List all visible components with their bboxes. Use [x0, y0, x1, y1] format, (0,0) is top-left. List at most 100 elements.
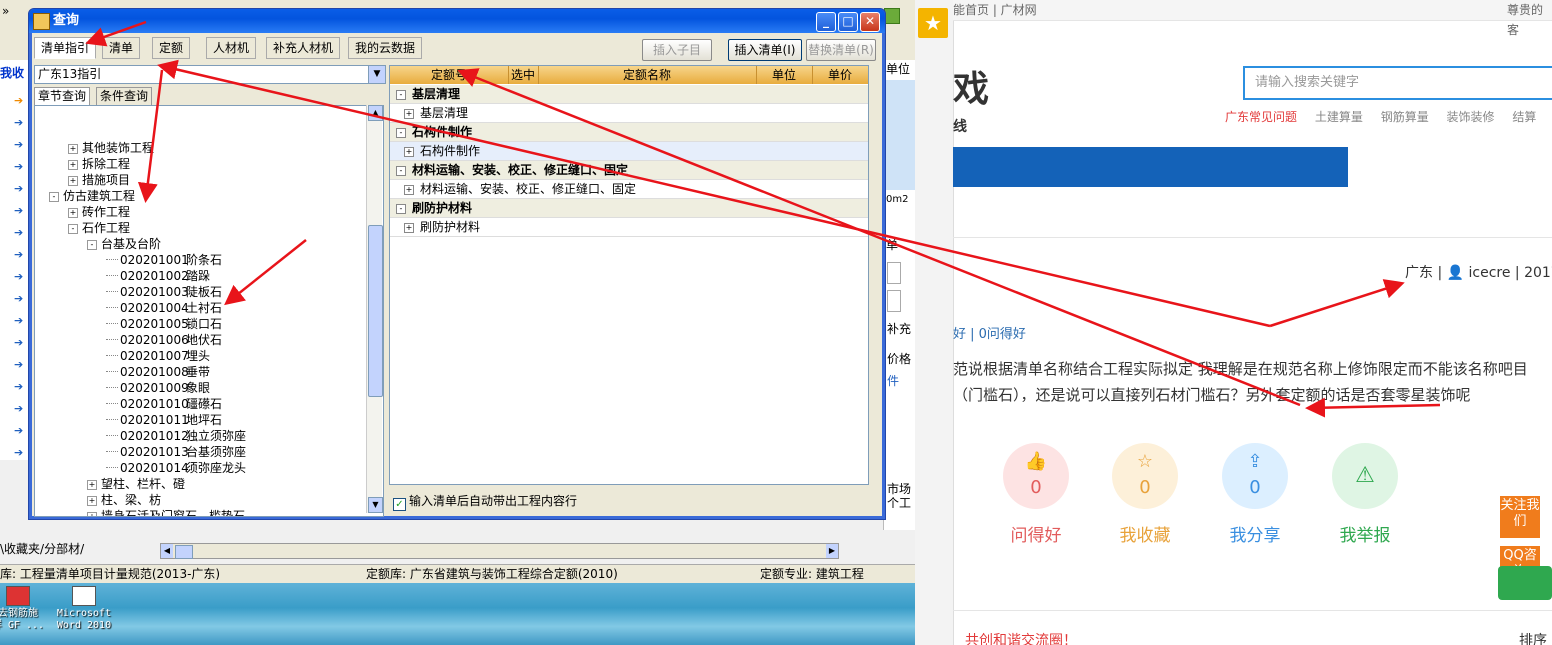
quota-grid-row[interactable]: + 材料运输、安装、校正、修正缝口、固定 — [390, 180, 868, 199]
arrow-icon[interactable]: ➔ — [14, 380, 23, 393]
arrow-icon[interactable]: ➔ — [14, 204, 23, 217]
hotlink[interactable]: 钢筋算量 — [1381, 110, 1429, 124]
quota-grid-row[interactable]: + 刷防护材料 — [390, 218, 868, 237]
arrow-icon[interactable]: ➔ — [14, 336, 23, 349]
tab-chapter-query[interactable]: 章节查询 — [34, 87, 91, 106]
quota-grid-row[interactable]: - 石构件制作 — [390, 123, 868, 142]
bottom-tabs[interactable]: \收藏夹/分部材/ — [0, 540, 160, 558]
tree-node[interactable]: 020201012独立须弥座 — [106, 428, 246, 444]
tree-node[interactable]: + 望柱、栏杆、磴 — [87, 476, 185, 492]
tab-list-guide[interactable]: 清单指引 — [34, 37, 97, 59]
action-report[interactable]: ⚠ 我举报 — [1330, 443, 1400, 546]
quota-grid-row[interactable]: + 基层清理 — [390, 104, 868, 123]
toolbar-green-icon[interactable] — [884, 8, 900, 24]
expand-icon[interactable]: + — [87, 512, 97, 516]
tree-node[interactable]: + 墙身石活及门窗石、槛垫石 — [87, 508, 245, 516]
action-circle[interactable]: ☆ 0 — [1112, 443, 1178, 509]
hotlink[interactable]: 广东常见问题 — [1225, 110, 1297, 124]
tree-node[interactable]: 020201003陡板石 — [106, 284, 222, 300]
tree-node[interactable]: 020201001阶条石 — [106, 252, 222, 268]
action-favorite[interactable]: ☆ 0 我收藏 — [1110, 443, 1180, 546]
expand-icon[interactable]: + — [68, 208, 78, 218]
scroll-down-icon[interactable]: ▼ — [368, 497, 383, 513]
follow-us-button[interactable]: 关注我们 — [1500, 496, 1540, 538]
desktop-icon-glodon[interactable]: 去钢筋施 详 GF ... — [0, 586, 48, 632]
collapse-icon[interactable]: - — [87, 240, 97, 250]
close-button[interactable]: ✕ — [860, 12, 880, 32]
quota-grid-row[interactable]: - 刷防护材料 — [390, 199, 868, 218]
action-circle[interactable]: 👍 0 — [1003, 443, 1069, 509]
arrow-icon[interactable]: ➔ — [14, 402, 23, 415]
hotlink[interactable]: 装饰装修 — [1447, 110, 1495, 124]
tree-node[interactable]: - 台基及台阶 — [87, 236, 161, 252]
expand-icon[interactable]: + — [87, 496, 97, 506]
tree-vertical-scrollbar[interactable]: ▲ ▼ — [366, 105, 383, 513]
tree-node[interactable]: 020201009象眼 — [106, 380, 210, 396]
action-share[interactable]: ⇪ 0 我分享 — [1220, 443, 1290, 546]
collapse-icon[interactable]: - — [396, 166, 406, 176]
auto-content-option[interactable]: ✓ 输入清单后自动带出工程内容行 — [393, 494, 577, 511]
tree-node[interactable]: 020201010礓礤石 — [106, 396, 222, 412]
chat-button[interactable] — [1498, 566, 1552, 600]
collapse-icon[interactable]: - — [396, 90, 406, 100]
tree-node[interactable]: 020201004土衬石 — [106, 300, 222, 316]
col-unit-price[interactable]: 单价 — [812, 66, 868, 84]
scroll-right-icon[interactable]: ▶ — [826, 544, 838, 558]
sort-link[interactable]: 排序 — [1519, 630, 1547, 645]
expand-icon[interactable]: + — [404, 147, 414, 157]
desktop-icon-word[interactable]: Microsoft Word 2010 — [54, 586, 114, 632]
arrow-icon[interactable]: ➔ — [14, 292, 23, 305]
col-quota-no[interactable]: 定额号 — [390, 66, 509, 84]
tree-node[interactable]: 020201008垂带 — [106, 364, 210, 380]
tab-labor-material-machine[interactable]: 人材机 — [206, 37, 257, 59]
tab-list[interactable]: 清单 — [102, 37, 141, 59]
arrow-icon[interactable]: ➔ — [14, 226, 23, 239]
action-circle[interactable]: ⇪ 0 — [1222, 443, 1288, 509]
expand-icon[interactable]: + — [404, 223, 414, 233]
quota-grid-row[interactable]: + 石构件制作 — [390, 142, 868, 161]
query-window-titlebar[interactable]: 查询 _ □ ✕ — [29, 9, 885, 33]
col-selected[interactable]: 选中 — [508, 66, 539, 84]
quota-grid-row[interactable]: - 材料运输、安装、校正、修正缝口、固定 — [390, 161, 868, 180]
hotlink[interactable]: 土建算量 — [1315, 110, 1363, 124]
collapse-icon[interactable]: - — [396, 128, 406, 138]
arrow-icon[interactable]: ➔ — [14, 160, 23, 173]
tab-quota[interactable]: 定额 — [152, 37, 191, 59]
insert-list-button[interactable]: 插入清单(I) — [728, 39, 802, 61]
tree-node[interactable]: 020201014须弥座龙头 — [106, 460, 246, 476]
guide-library-select[interactable]: 广东13指引 ▼ — [34, 65, 386, 84]
checkbox[interactable]: ✓ — [393, 498, 406, 511]
tree-node[interactable]: 020201002踏跺 — [106, 268, 210, 284]
col-quota-name[interactable]: 定额名称 — [538, 66, 757, 84]
collapse-icon[interactable]: - — [68, 224, 78, 234]
scroll-up-icon[interactable]: ▲ — [368, 105, 383, 121]
arrow-icon[interactable]: ➔ — [14, 116, 23, 129]
tree-node[interactable]: + 柱、梁、枋 — [87, 492, 161, 508]
arrow-icon[interactable]: ➔ — [14, 270, 23, 283]
chevron-down-icon[interactable]: ▼ — [368, 66, 385, 83]
tree-node[interactable]: + 其他装饰工程 — [68, 140, 154, 156]
arrow-icon[interactable]: ➔ — [14, 182, 23, 195]
question-stats[interactable]: 好 | 0问得好 — [953, 323, 1026, 342]
arrow-icon[interactable]: ➔ — [14, 138, 23, 151]
tab-supplement-lmm[interactable]: 补充人材机 — [266, 37, 341, 59]
tree-node[interactable]: - 仿古建筑工程 — [49, 188, 135, 204]
tree-node[interactable]: + 措施项目 — [68, 172, 130, 188]
expand-icon[interactable]: + — [404, 185, 414, 195]
expand-icon[interactable]: + — [68, 160, 78, 170]
hotlink[interactable]: 结算 — [1512, 110, 1536, 124]
collapse-icon[interactable]: - — [396, 204, 406, 214]
expand-icon[interactable]: + — [68, 144, 78, 154]
tab-condition-query[interactable]: 条件查询 — [96, 87, 153, 106]
arrow-icon[interactable]: ➔ — [14, 358, 23, 371]
arrow-icon[interactable]: ➔ — [14, 248, 23, 261]
expand-icon[interactable]: + — [87, 480, 97, 490]
tree-node[interactable]: 020201011地坪石 — [106, 412, 222, 428]
arrow-icon[interactable]: ➔ — [14, 446, 23, 459]
scroll-left-icon[interactable]: ◀ — [161, 544, 173, 558]
tree-node[interactable]: 020201007埋头 — [106, 348, 210, 364]
collapse-icon[interactable]: - — [49, 192, 59, 202]
site-logo[interactable]: 戏 — [953, 72, 989, 108]
replace-list-button[interactable]: 替换清单(R) — [806, 39, 876, 61]
minimize-button[interactable]: _ — [816, 12, 836, 32]
